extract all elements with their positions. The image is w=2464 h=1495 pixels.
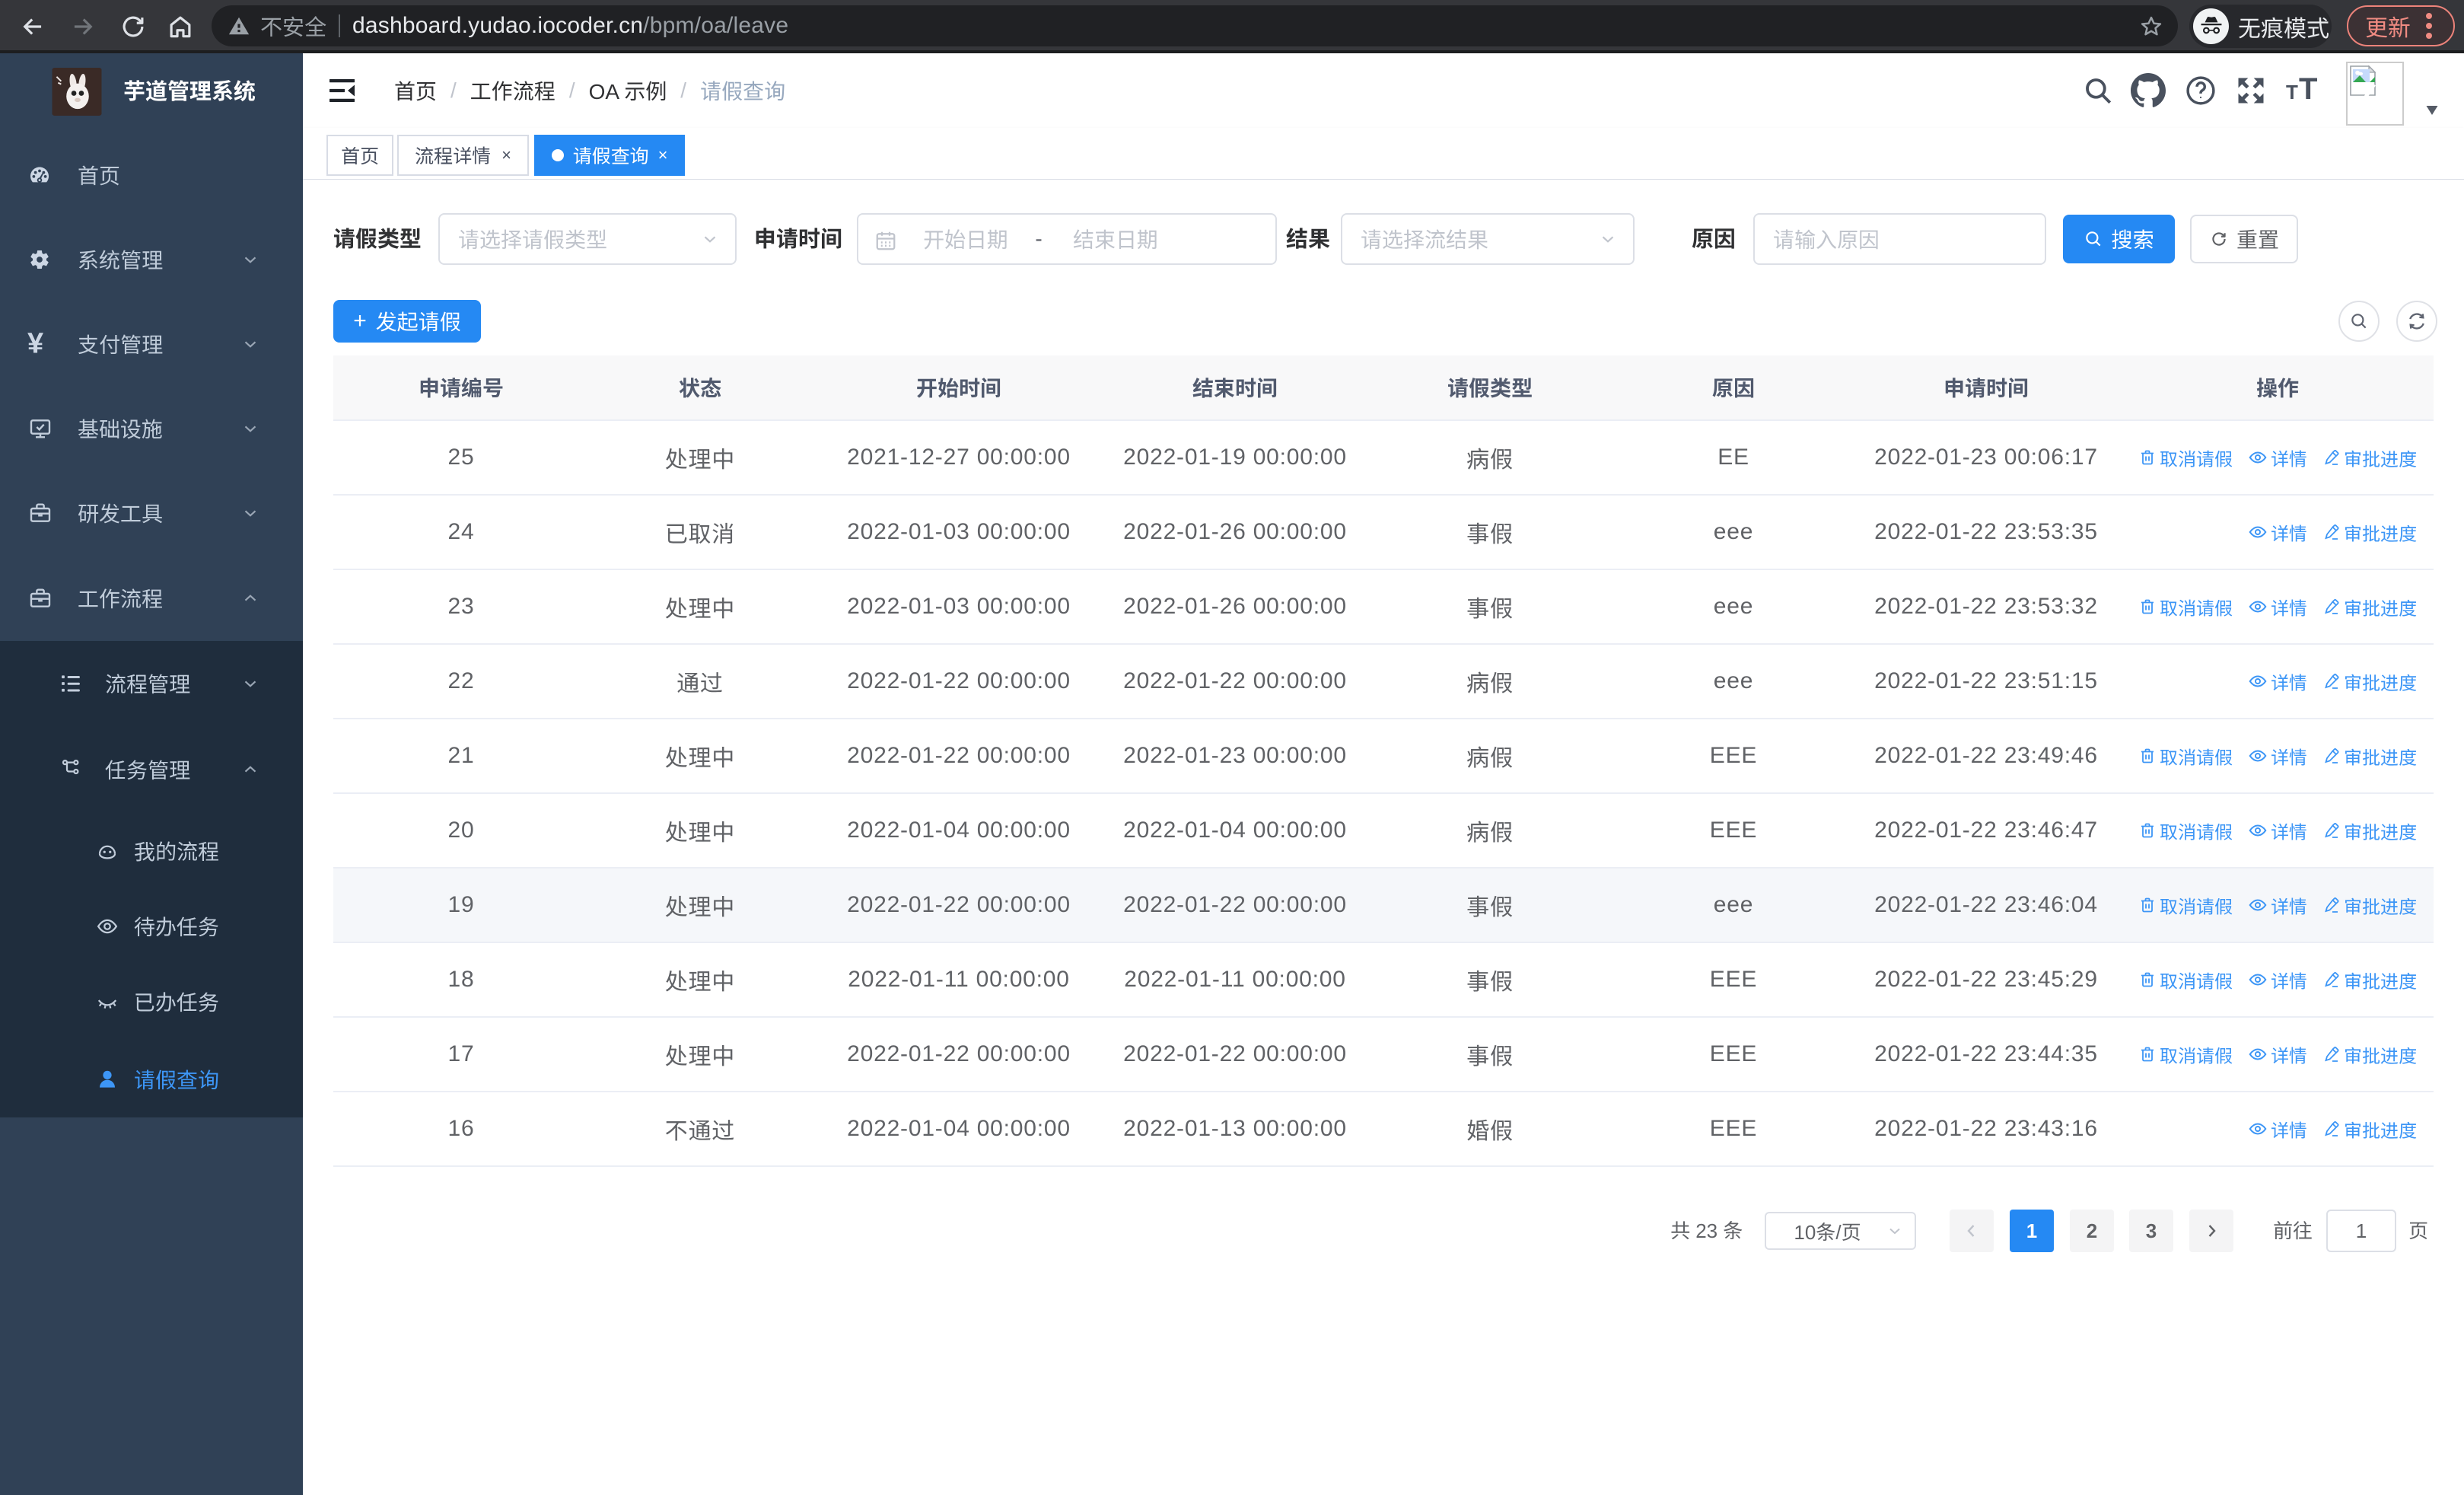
- svg-text:T: T: [2299, 74, 2317, 106]
- svg-text:T: T: [2286, 81, 2298, 104]
